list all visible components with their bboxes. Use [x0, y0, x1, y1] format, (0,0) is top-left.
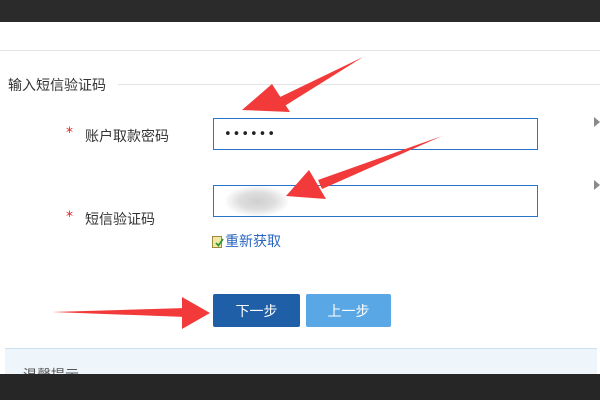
- password-input[interactable]: [213, 118, 538, 150]
- password-label: 账户取款密码: [85, 129, 169, 145]
- triangle-right-icon: [594, 117, 600, 127]
- section-divider: [118, 84, 600, 85]
- bottom-dark-bar: [0, 374, 600, 400]
- arrow-to-next-button-icon: [52, 297, 210, 329]
- tips-panel: 温馨提示: [5, 348, 597, 375]
- triangle-right-icon: [594, 180, 600, 190]
- required-mark-password: *: [66, 125, 73, 141]
- screenshot-stage: 输入短信验证码 * 账户取款密码 * 短信验证码 重新获取 下一步 上一步 温馨…: [0, 0, 600, 400]
- refresh-sms-label: 重新获取: [225, 234, 281, 250]
- next-step-button[interactable]: 下一步: [213, 294, 300, 327]
- previous-step-button[interactable]: 上一步: [306, 294, 391, 327]
- required-mark-sms: *: [66, 209, 73, 225]
- refresh-icon: [212, 235, 224, 248]
- refresh-sms-link[interactable]: 重新获取: [212, 231, 281, 251]
- sms-code-input[interactable]: [213, 185, 538, 217]
- top-dark-bar: [0, 0, 600, 22]
- sms-code-label: 短信验证码: [85, 212, 155, 228]
- header-divider: [0, 50, 600, 51]
- section-title: 输入短信验证码: [8, 78, 106, 94]
